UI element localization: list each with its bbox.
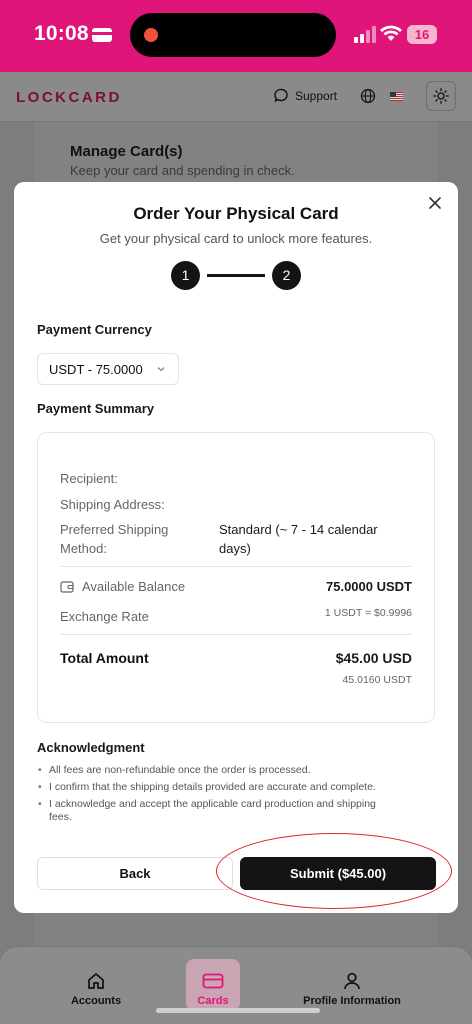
recipient-label: Recipient:	[60, 471, 118, 486]
sun-icon	[433, 88, 449, 104]
step-indicator-2: 2	[272, 261, 301, 290]
background-page-title: Manage Card(s)	[70, 143, 183, 160]
payment-summary-label: Payment Summary	[37, 401, 155, 416]
shipping-method-label-line2: Method:	[60, 541, 107, 556]
battery-indicator: 16	[407, 25, 437, 44]
total-amount-label: Total Amount	[60, 650, 149, 666]
dynamic-island	[130, 13, 336, 57]
step-connector	[207, 274, 265, 277]
currency-select[interactable]: USDT - 75.0000	[37, 353, 179, 385]
acknowledgment-item: All fees are non-refundable once the ord…	[37, 764, 397, 777]
modal-title: Order Your Physical Card	[133, 204, 339, 223]
chevron-down-icon	[157, 367, 165, 372]
signal-icon	[354, 25, 376, 43]
recording-indicator-icon	[144, 28, 158, 42]
globe-icon[interactable]	[360, 88, 376, 104]
summary-divider	[60, 566, 412, 567]
wallet-icon	[60, 581, 74, 593]
wallet-icon	[92, 28, 112, 42]
brand-logo[interactable]: LOCKCARD	[16, 89, 122, 106]
status-time: 10:08	[34, 22, 89, 45]
shipping-address-label: Shipping Address:	[60, 497, 165, 512]
background-page-subtitle: Keep your card and spending in check.	[70, 163, 295, 178]
submit-button[interactable]: Submit ($45.00)	[240, 857, 436, 890]
back-button[interactable]: Back	[37, 857, 233, 890]
available-balance-label: Available Balance	[60, 579, 185, 594]
shipping-method-value-line1: Standard (~ 7 - 14 calendar	[219, 522, 378, 537]
tab-accounts-label: Accounts	[70, 995, 122, 1007]
shipping-method-value: Standard (~ 7 - 14 calendar days)	[219, 522, 378, 556]
available-balance-value: 75.0000 USDT	[326, 579, 412, 594]
total-amount-usdt: 45.0160 USDT	[342, 674, 412, 686]
currency-selected-value: USDT - 75.0000	[49, 361, 143, 377]
home-icon	[88, 973, 104, 989]
payment-currency-label: Payment Currency	[37, 322, 152, 337]
tab-accounts[interactable]: Accounts	[66, 947, 126, 1007]
acknowledgment-list: All fees are non-refundable once the ord…	[37, 764, 397, 828]
shipping-method-label: Preferred Shipping Method:	[60, 522, 168, 556]
support-link[interactable]: Support	[274, 88, 337, 103]
person-icon	[344, 972, 360, 990]
theme-toggle-button[interactable]	[426, 81, 456, 111]
us-flag-icon[interactable]	[390, 92, 403, 101]
tab-cards[interactable]: Cards	[186, 947, 240, 1007]
total-amount-value: $45.00 USD	[335, 650, 412, 666]
modal-subtitle: Get your physical card to unlock more fe…	[99, 231, 373, 246]
status-bar: 10:08 16	[0, 0, 472, 72]
available-balance-text: Available Balance	[82, 579, 186, 594]
shipping-method-label-line1: Preferred Shipping	[60, 522, 169, 537]
wifi-icon	[380, 25, 402, 41]
shipping-method-value-line2: days)	[219, 541, 251, 556]
chat-bubble-icon	[274, 88, 288, 103]
acknowledgment-item: I acknowledge and accept the applicable …	[37, 798, 397, 824]
order-physical-card-modal: Order Your Physical Card Get your physic…	[14, 182, 458, 913]
step-indicator-1: 1	[171, 261, 200, 290]
exchange-rate-value: 1 USDT = $0.9996	[324, 607, 412, 619]
payment-summary-box: Recipient: Shipping Address: Preferred S…	[37, 432, 435, 723]
support-label: Support	[295, 88, 338, 103]
summary-divider	[60, 634, 412, 635]
exchange-rate-label: Exchange Rate	[60, 609, 149, 624]
tab-profile-label: Profile Information	[303, 995, 401, 1007]
card-icon	[202, 973, 224, 989]
acknowledgment-title: Acknowledgment	[37, 740, 145, 755]
tab-profile-information[interactable]: Profile Information	[298, 947, 406, 1007]
top-nav: LOCKCARD Support	[0, 72, 472, 122]
tab-cards-label: Cards	[197, 995, 229, 1007]
acknowledgment-item: I confirm that the shipping details prov…	[37, 781, 397, 794]
home-indicator	[156, 1008, 320, 1013]
